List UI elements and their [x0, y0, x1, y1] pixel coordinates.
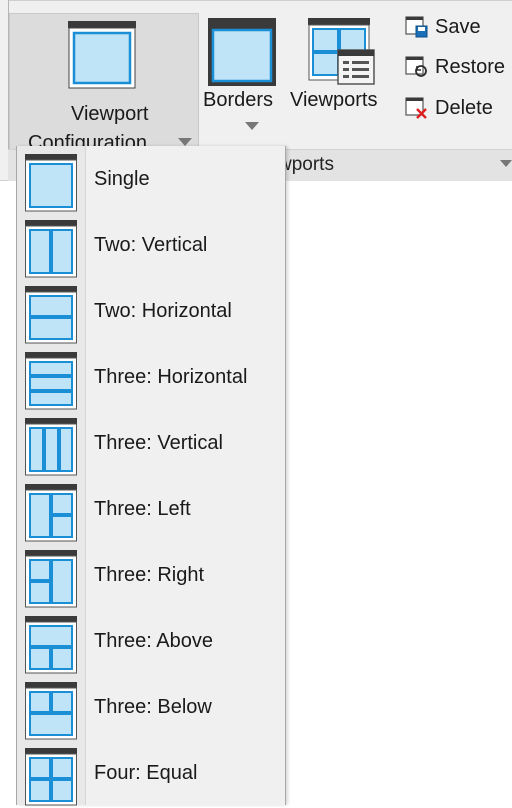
menu-item-label: Single [94, 168, 150, 190]
ribbon-top-border [8, 0, 512, 1]
menu-item-label: Three: Right [94, 564, 205, 586]
menu-item-three-right[interactable]: Three: Right [17, 544, 285, 610]
menu-item-label: Three: Left [94, 498, 191, 520]
menu-item-three-vertical[interactable]: Three: Vertical [17, 412, 285, 478]
menu-item-three-above[interactable]: Three: Above [17, 610, 285, 676]
save-label: Save [435, 15, 481, 38]
menu-item-label: Two: Vertical [94, 234, 208, 256]
borders-icon [208, 18, 276, 86]
panel-title: wports [278, 154, 334, 175]
menu-item-two-horizontal[interactable]: Two: Horizontal [17, 280, 285, 346]
three-right-icon [25, 550, 77, 608]
restore-button[interactable]: Restore [405, 54, 505, 80]
save-viewport-icon [405, 16, 428, 38]
menu-item-label: Three: Vertical [94, 432, 223, 454]
menu-item-two-vertical[interactable]: Two: Vertical [17, 214, 285, 280]
delete-button[interactable]: Delete [405, 95, 493, 121]
three-below-icon [25, 682, 77, 740]
menu-item-label: Three: Above [94, 630, 213, 652]
menu-item-three-below[interactable]: Three: Below [17, 676, 285, 742]
viewports-manager-icon [308, 18, 375, 85]
menu-item-four-equal[interactable]: Four: Equal [17, 742, 285, 808]
three-left-icon [25, 484, 77, 542]
viewports-label: Viewports [290, 89, 378, 111]
menu-item-label: Two: Horizontal [94, 300, 232, 322]
restore-label: Restore [435, 55, 506, 78]
save-button[interactable]: Save [405, 14, 481, 40]
menu-item-three-left[interactable]: Three: Left [17, 478, 285, 544]
menu-item-label: Three: Below [94, 696, 212, 718]
borders-button[interactable] [200, 13, 288, 149]
restore-viewport-icon [405, 56, 427, 77]
borders-label: Borders [203, 89, 274, 111]
delete-viewport-icon [405, 97, 427, 119]
viewport-configuration-label-line1: Viewport [71, 103, 149, 125]
viewports-button[interactable] [288, 13, 394, 149]
three-horizontal-icon [25, 352, 77, 410]
chevron-down-icon [178, 138, 192, 146]
menu-item-three-horizontal[interactable]: Three: Horizontal [17, 346, 285, 412]
menu-item-label: Three: Horizontal [94, 366, 248, 388]
viewport-configuration-button[interactable]: Viewport Configuration [9, 13, 199, 154]
four-equal-icon [25, 748, 77, 806]
menu-item-label: Four: Equal [94, 762, 198, 784]
panel-expand-icon[interactable] [500, 160, 512, 167]
three-vertical-icon [25, 418, 77, 476]
two-vertical-icon [25, 220, 77, 278]
viewport-configuration-icon [68, 21, 136, 89]
three-above-icon [25, 616, 77, 674]
two-horizontal-icon [25, 286, 77, 344]
menu-item-single[interactable]: Single [17, 148, 285, 214]
delete-label: Delete [435, 96, 493, 119]
chevron-down-icon [245, 122, 259, 130]
viewport-configuration-menu: Single Two: Vertical Two: Horizontal Thr… [16, 146, 286, 808]
single-viewport-icon [25, 154, 77, 212]
